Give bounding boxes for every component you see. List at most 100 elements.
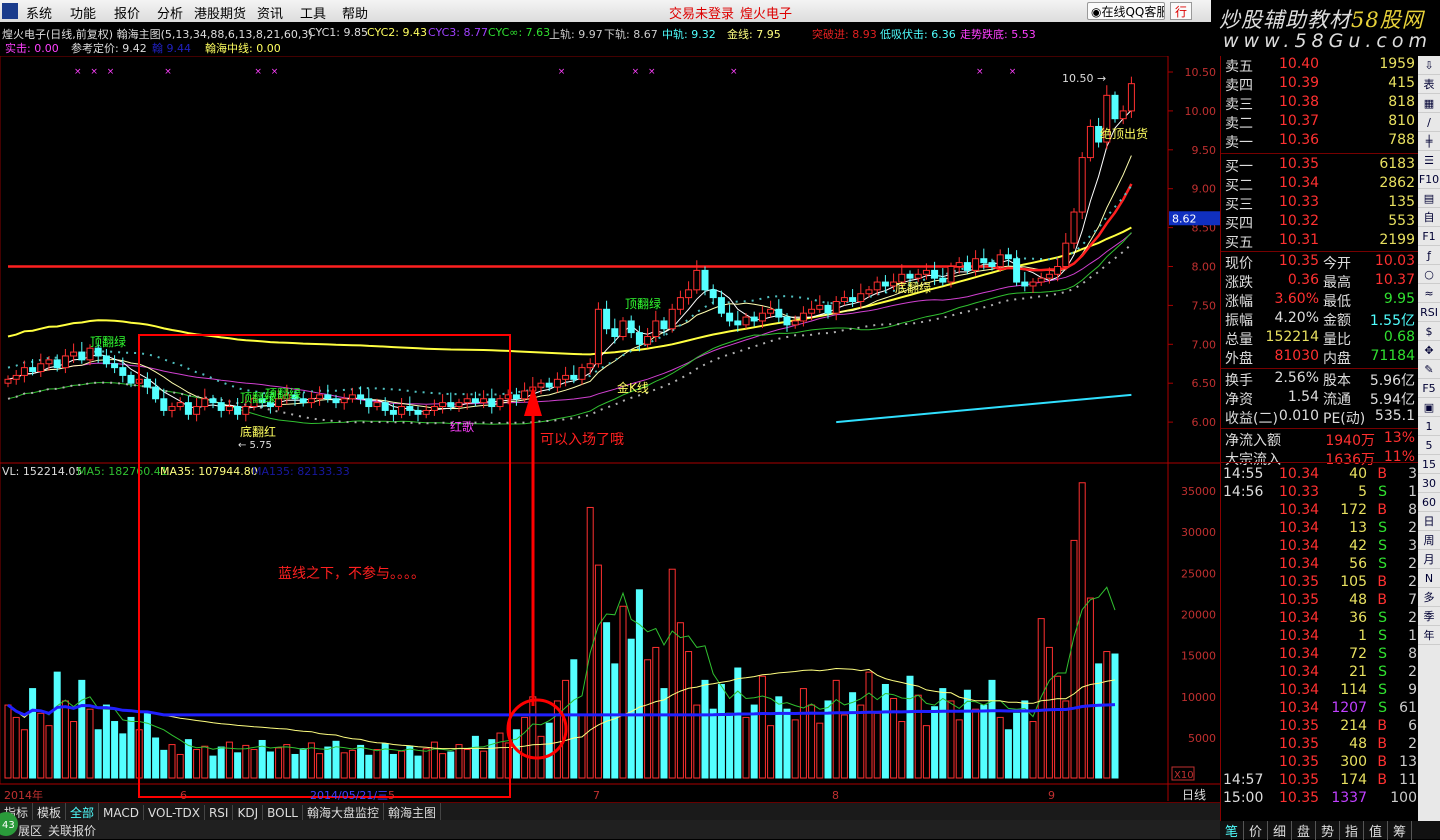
right-tab[interactable]: 细 [1268,821,1292,840]
candle-body [414,409,422,415]
menu-hk-futures[interactable]: 港股期货 [194,3,246,22]
right-tab[interactable]: 筹 [1388,821,1412,840]
kline-chart[interactable]: 10.5010.009.509.008.508.007.507.006.506.… [0,56,1220,802]
volume-bar [217,746,225,779]
toolbar-button[interactable]: 多 [1418,588,1440,607]
right-tab[interactable]: 势 [1316,821,1340,840]
toolbar-button[interactable]: 5 [1418,436,1440,455]
toolbar-button[interactable]: F1 [1418,227,1440,246]
candle-body [922,269,930,275]
price-tick-label: 9.50 [1192,144,1217,157]
candle [750,311,758,327]
market-button[interactable]: 行 [1170,2,1193,20]
toolbar-button[interactable]: 30 [1418,474,1440,493]
toolbar-button[interactable]: 周 [1418,531,1440,550]
tab-zone[interactable]: 展区 [18,822,42,839]
candle [1062,233,1070,271]
volume-bar [1029,721,1037,779]
toolbar-button[interactable]: ✎ [1418,360,1440,379]
toolbar-button[interactable]: F10 [1418,170,1440,189]
toolbar-button[interactable]: 15 [1418,455,1440,474]
toolbar-button[interactable]: 表 [1418,75,1440,94]
candle-body [1127,83,1135,112]
tab-6[interactable]: KDJ [233,805,264,821]
volume-bar [1013,712,1021,779]
toolbar-button[interactable]: ⇩ [1418,56,1440,75]
toolbar-button[interactable]: 日 [1418,512,1440,531]
volume-bar [635,589,643,779]
menu-function[interactable]: 功能 [70,3,96,22]
toolbar-button[interactable]: $ [1418,322,1440,341]
qq-service-button[interactable]: ◉在线QQ客服 [1087,2,1165,20]
menu-quote[interactable]: 报价 [114,3,140,22]
signal-marker: × [558,67,566,77]
tab-related-quote[interactable]: 关联报价 [48,822,96,839]
volume-bar [1095,663,1103,779]
login-status[interactable]: 交易未登录 [669,3,734,22]
volume-bar [521,716,529,779]
volume-bar [37,712,45,779]
tick-volume: 1 [1358,628,1367,644]
toolbar-button[interactable]: ∕ [1418,113,1440,132]
right-tab[interactable]: 价 [1244,821,1268,840]
toolbar-button[interactable]: ☰ [1418,151,1440,170]
candle-body [316,394,324,400]
tab-3[interactable]: MACD [99,805,145,821]
tick-count: 13 [1399,754,1417,770]
candle-body [873,281,881,291]
right-tab[interactable]: 值 [1364,821,1388,840]
toolbar-button[interactable]: ▤ [1418,189,1440,208]
toolbar-button[interactable]: 月 [1418,550,1440,569]
toolbar-button[interactable]: F5 [1418,379,1440,398]
tick-count: 1 [1408,484,1417,500]
toolbar-button[interactable]: 1 [1418,417,1440,436]
toolbar-button[interactable]: ≈ [1418,284,1440,303]
right-toolbar: ⇩ 表 ▦ ∕ ╪ ☰ F10 ▤ 自 F1 ƒ ○ ≈ RSI $ ✥ ✎ F5 ▣ 1 5 15 30 60 日周月 N 多季年 [1418,56,1440,821]
candle [184,395,192,420]
candle [389,403,397,422]
tick-count: 2 [1408,736,1417,752]
quote-value: 4.20% [1274,310,1319,326]
volume-bar [1078,482,1086,779]
candle-body [324,394,332,400]
tab-4[interactable]: VOL-TDX [144,805,205,821]
volume-bar [881,683,889,779]
tick-price: 10.34 [1279,520,1320,536]
toolbar-button[interactable]: ▦ [1418,94,1440,113]
volume-bar [463,749,471,779]
volume-bar [348,749,356,779]
toolbar-button[interactable]: N [1418,569,1440,588]
tick-row: 10.34 172 B 8 [1221,502,1419,521]
toolbar-button[interactable]: RSI [1418,303,1440,322]
indicator-tabs: 指标 模板 全部 MACD VOL-TDX RSI KDJ BOLL 翰海大盘监控 翰海主图 [0,802,1220,822]
candle-body [20,367,28,376]
menu-analysis[interactable]: 分析 [157,3,183,22]
candle [1021,271,1029,292]
toolbar-button[interactable]: ╪ [1418,132,1440,151]
toolbar-button[interactable]: 年 [1418,626,1440,645]
toolbar-button[interactable]: ○ [1418,265,1440,284]
menu-tools[interactable]: 工具 [300,3,326,22]
menu-system[interactable]: 系统 [26,3,52,22]
toolbar-button[interactable]: 季 [1418,607,1440,626]
right-tab[interactable]: 盘 [1292,821,1316,840]
menu-news[interactable]: 资讯 [257,3,283,22]
annotation-text: 可以入场了哦 [540,432,624,448]
toolbar-button[interactable]: 60 [1418,493,1440,512]
menu-help[interactable]: 帮助 [342,3,368,22]
tab-7[interactable]: BOLL [263,805,303,821]
volume-bar [717,683,725,779]
toolbar-button[interactable]: 自 [1418,208,1440,227]
right-tab[interactable]: 笔 [1220,821,1244,840]
candle-body [365,398,373,408]
toolbar-button[interactable]: ▣ [1418,398,1440,417]
level-label: 买三 [1225,197,1253,213]
tab-5[interactable]: RSI [205,805,234,821]
toolbar-button[interactable]: ƒ [1418,246,1440,265]
fund-label: 收益(二) [1225,411,1278,427]
candle [1004,247,1012,266]
toolbar-button[interactable]: ✥ [1418,341,1440,360]
badge-count[interactable]: 43 [0,812,18,836]
quote-label: 涨跌 [1225,275,1253,291]
right-tab[interactable]: 指 [1340,821,1364,840]
